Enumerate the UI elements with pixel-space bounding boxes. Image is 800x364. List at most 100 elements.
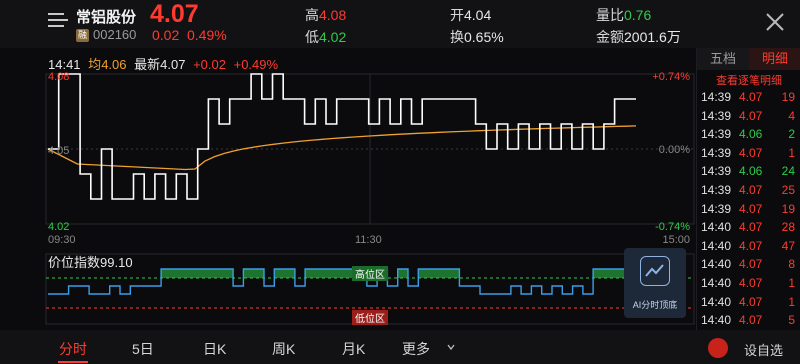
trade-detail-panel: 五档 明细 查看逐笔明细 14:39 4.07 19 14:39 4.07 4 14:39 4…: [696, 48, 800, 330]
trade-price: 4.07: [739, 238, 763, 253]
alarm-icon[interactable]: [708, 338, 728, 358]
vol-ratio-label: 量比: [596, 7, 624, 23]
y-min-label: 4.02: [48, 221, 70, 233]
trade-row: 14:39 4.06 24: [697, 162, 800, 180]
trade-time: 14:39: [701, 183, 732, 197]
trade-price: 4.07: [739, 183, 763, 197]
trade-volume: 4: [788, 108, 795, 123]
open-value: 4.04: [464, 7, 492, 23]
time-start-label: 09:30: [48, 234, 76, 246]
bottom-tab-bar: 分时 5日 日K 周K 月K 更多 设自选: [0, 330, 800, 364]
trade-row: 14:39 4.07 19: [697, 200, 800, 218]
trade-time: 14:39: [701, 90, 732, 104]
margin-badge: 融: [76, 29, 89, 42]
trade-price: 4.07: [739, 257, 763, 272]
time-mid-label: 11:30: [355, 234, 382, 246]
index-panel-title: 价位指数99.10: [48, 252, 133, 271]
time-end-label: 15:00: [662, 234, 690, 246]
high-label: 高: [305, 7, 319, 23]
trade-volume: 1: [788, 294, 795, 309]
tab-detail[interactable]: 明细: [749, 48, 800, 70]
trade-volume: 25: [781, 183, 795, 197]
open-label: 开: [450, 7, 464, 23]
trade-row: 14:39 4.07 1: [697, 144, 800, 162]
high-value: 4.08: [319, 7, 347, 23]
tab-5day[interactable]: 5日: [132, 339, 154, 359]
trade-row: 14:39 4.06 2: [697, 125, 800, 143]
high-stat: 高4.08: [305, 5, 346, 25]
add-watchlist-label[interactable]: 设自选: [744, 340, 783, 359]
amount-label: 金额: [596, 29, 624, 45]
trade-time: 14:39: [701, 127, 732, 142]
low-value: 4.02: [319, 29, 347, 45]
pct-max-label: +0.74%: [652, 71, 690, 83]
trade-price: 4.06: [739, 127, 763, 142]
tab-active-underline: [58, 361, 88, 363]
trade-price: 4.07: [739, 294, 763, 309]
index-high-fill: [161, 269, 624, 278]
trade-row: 14:39 4.07 19: [697, 88, 800, 106]
y-mid-label: 4.05: [48, 145, 70, 157]
turnover-value: 0.65%: [464, 29, 504, 45]
chevron-down-icon: [447, 344, 455, 351]
avg-price-line: [47, 125, 637, 171]
tab-intraday[interactable]: 分时: [59, 339, 87, 359]
vol-ratio-value: 0.76: [624, 7, 652, 23]
stock-code: 002160: [93, 27, 137, 42]
tab-level5[interactable]: 五档: [697, 48, 749, 70]
intraday-chart-area[interactable]: 14:41 均4.06 最新4.07 +0.02 +0.49% 4.08 4.0…: [0, 48, 696, 330]
tab-more[interactable]: 更多: [402, 339, 430, 359]
trade-price: 4.07: [739, 108, 763, 123]
trade-row: 14:40 4.07 28: [697, 218, 800, 236]
tab-weekly-k[interactable]: 周K: [272, 339, 295, 359]
pct-min-label: -0.74%: [655, 221, 690, 233]
side-tabs: 五档 明细: [697, 48, 800, 70]
trade-time: 14:39: [701, 108, 732, 123]
trade-price: 4.07: [739, 201, 763, 216]
trade-volume: 28: [781, 220, 795, 235]
ai-top-bottom-button[interactable]: AI分时顶底: [624, 248, 686, 318]
trade-time: 14:40: [701, 257, 732, 272]
trade-volume: 19: [781, 90, 795, 104]
trade-price: 4.07: [739, 90, 763, 104]
trade-price: 4.06: [739, 164, 763, 179]
tab-monthly-k[interactable]: 月K: [342, 339, 365, 359]
tab-daily-k[interactable]: 日K: [203, 339, 226, 359]
open-stat: 开4.04: [450, 5, 491, 25]
amount-stat: 金额2001.6万: [596, 27, 681, 47]
index-value: 99.10: [100, 255, 133, 270]
menu-icon[interactable]: [48, 13, 68, 29]
vol-ratio-stat: 量比0.76: [596, 5, 651, 25]
trade-time: 14:40: [701, 294, 732, 309]
current-price: 4.07: [150, 0, 199, 28]
trade-price: 4.07: [739, 145, 763, 160]
trade-row: 14:40 4.07 47: [697, 237, 800, 255]
trade-time: 14:40: [701, 220, 732, 235]
trade-time: 14:39: [701, 164, 732, 179]
ai-chart-icon: [640, 256, 670, 286]
view-detail-link[interactable]: 查看逐笔明细: [697, 72, 800, 88]
trade-volume: 2: [788, 127, 795, 142]
trade-volume: 24: [781, 164, 795, 179]
index-title: 价位指数: [48, 255, 101, 270]
stock-header: 常铝股份 融 002160 4.07 0.02 0.49% 高4.08 低4.0…: [0, 0, 800, 48]
trade-volume: 47: [781, 238, 795, 253]
low-zone-label: 低位区: [352, 310, 388, 325]
trade-row: 14:40 4.07 1: [697, 293, 800, 311]
high-zone-label: 高位区: [352, 266, 388, 281]
trade-row: 14:40 4.07 5: [697, 311, 800, 329]
trade-time: 14:39: [701, 145, 732, 160]
trade-price: 4.07: [739, 313, 763, 328]
trade-row: 14:39 4.07 25: [697, 181, 800, 199]
close-icon[interactable]: [764, 11, 786, 33]
trade-volume: 8: [788, 257, 795, 272]
intraday-chart: [45, 73, 695, 325]
trade-time: 14:39: [701, 201, 732, 216]
trade-row: 14:40 4.07 1: [697, 274, 800, 292]
trade-volume: 1: [788, 276, 795, 290]
turnover-label: 换: [450, 29, 464, 45]
amount-value: 2001.6万: [624, 29, 681, 45]
trade-time: 14:40: [701, 313, 732, 328]
low-stat: 低4.02: [305, 27, 346, 47]
trade-time: 14:40: [701, 276, 732, 290]
